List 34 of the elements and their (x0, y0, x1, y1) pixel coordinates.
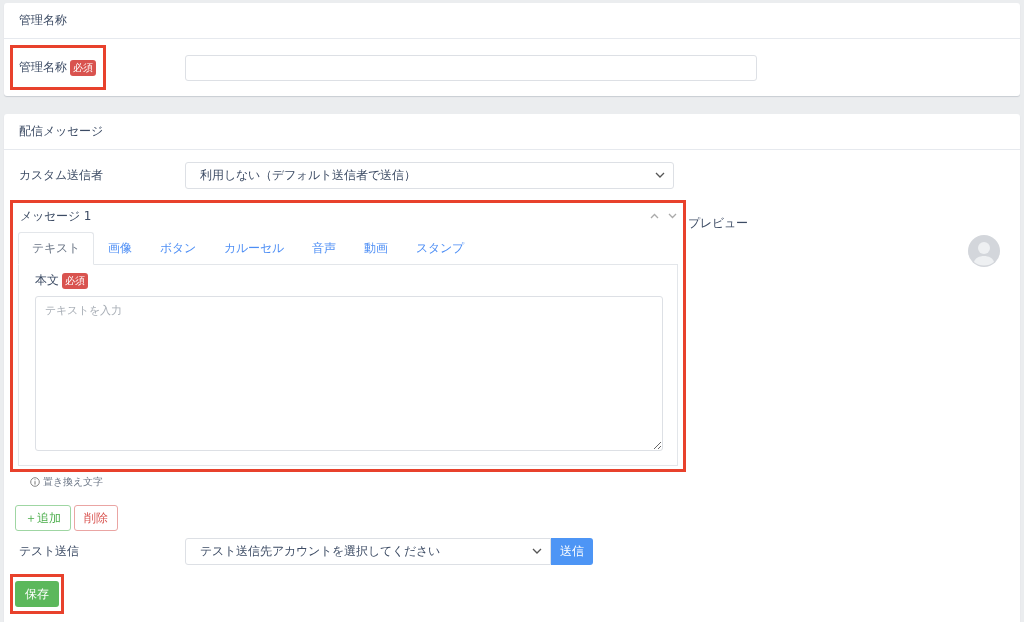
tab[interactable]: ボタン (146, 232, 210, 265)
sender-select[interactable]: 利用しない（デフォルト送信者で送信） (185, 161, 674, 189)
tab[interactable]: 動画 (350, 232, 402, 265)
caret-icon (532, 548, 542, 554)
tab[interactable]: テキスト (18, 232, 94, 265)
tab[interactable]: 画像 (94, 232, 146, 265)
avatar-icon (968, 235, 1000, 267)
message-text-field[interactable]: テキストを入力 (35, 296, 663, 451)
send-button[interactable]: 送信 (551, 537, 593, 565)
section-title: 配信メッセージ (4, 114, 1020, 150)
tab[interactable]: スタンプ (402, 232, 478, 265)
field-label: カスタム送信者 (18, 166, 104, 184)
account-select[interactable]: テスト送信先アカウントを選択してください (185, 537, 551, 565)
field-label: テスト送信 (18, 542, 80, 560)
caret-icon (655, 172, 665, 178)
chevron-down-icon (668, 213, 677, 219)
delete-button[interactable]: 削除 (74, 505, 118, 531)
move-down-button[interactable] (668, 213, 677, 219)
save-button[interactable]: 保存 (15, 581, 59, 607)
move-up-button[interactable] (650, 213, 659, 219)
hint-text: 置き換え文字 (43, 475, 103, 489)
field-label: 管理名称 (19, 59, 67, 76)
add-button[interactable]: ＋追加 (15, 505, 71, 531)
tab[interactable]: カルーセル (210, 232, 298, 265)
required-badge: 必須 (62, 272, 88, 289)
field-label: 本文 (35, 272, 59, 289)
chevron-up-icon (650, 213, 659, 219)
message-title: メッセージ 1 (20, 207, 92, 225)
required-badge: 必須 (70, 59, 96, 76)
info-icon (30, 477, 40, 487)
tab[interactable]: 音声 (298, 232, 350, 265)
name-input-field[interactable] (185, 54, 757, 81)
preview-label: プレビュー (687, 215, 749, 232)
section-title: 管理名称 (4, 3, 1020, 39)
